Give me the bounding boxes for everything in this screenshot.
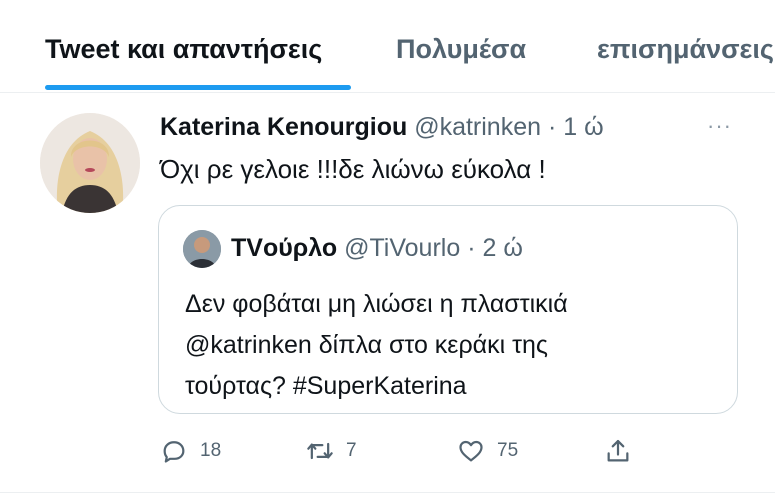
- author-handle[interactable]: @katrinken: [414, 113, 541, 141]
- reply-button[interactable]: 18: [160, 436, 221, 466]
- author-name[interactable]: Katerina Kenourgiou: [160, 113, 407, 141]
- reply-count: 18: [200, 440, 222, 461]
- active-tab-indicator: [45, 85, 351, 90]
- tweet-divider: [0, 492, 775, 493]
- tab-likes[interactable]: επισημάνσεις: [597, 34, 774, 65]
- share-button[interactable]: [604, 436, 632, 466]
- quoted-tweet[interactable]: TVούρλο @TiVourlo · 2 ώ Δεν φοβάται μη λ…: [158, 205, 738, 414]
- share-icon: [607, 439, 629, 462]
- quoted-author-handle[interactable]: @TiVourlo: [344, 234, 460, 262]
- quoted-text-line: τούρτας? #SuperKaterina: [185, 372, 467, 400]
- like-icon: [459, 440, 483, 462]
- tweet-text: Όχι ρε γελοιε !!!δε λιώνω εύκολα !: [160, 154, 546, 184]
- quoted-tweet-timestamp[interactable]: 2 ώ: [482, 234, 522, 262]
- separator-dot: ·: [467, 234, 476, 262]
- quoted-tweet-header: TVούρλο @TiVourlo · 2 ώ: [231, 234, 523, 263]
- quoted-author-avatar[interactable]: [183, 230, 221, 268]
- retweet-count: 7: [346, 440, 357, 461]
- quoted-text-line: @katrinken δίπλα στο κεράκι της: [185, 331, 548, 359]
- tab-tweets-and-replies[interactable]: Tweet και απαντήσεις: [45, 34, 322, 65]
- quoted-text-line: Δεν φοβάται μη λιώσει η πλαστικιά: [185, 290, 568, 318]
- retweet-icon: [307, 442, 333, 460]
- quoted-author-name[interactable]: TVούρλο: [231, 234, 337, 262]
- more-icon[interactable]: ···: [707, 113, 732, 139]
- like-count: 75: [497, 440, 519, 461]
- like-button[interactable]: 75: [457, 436, 518, 466]
- tweet-timestamp[interactable]: 1 ώ: [563, 113, 603, 141]
- profile-tabs: Tweet και απαντήσεις Πολυμέσα επισημάνσε…: [0, 0, 775, 93]
- quoted-tweet-text: Δεν φοβάται μη λιώσει η πλαστικιά @katri…: [185, 284, 725, 407]
- retweet-button[interactable]: 7: [306, 436, 357, 466]
- author-avatar[interactable]: [40, 113, 140, 213]
- tab-media[interactable]: Πολυμέσα: [396, 34, 526, 65]
- tweet-header: Katerina Kenourgiou @katrinken · 1 ώ: [160, 113, 604, 142]
- separator-dot: ·: [547, 113, 557, 141]
- reply-icon: [163, 441, 185, 463]
